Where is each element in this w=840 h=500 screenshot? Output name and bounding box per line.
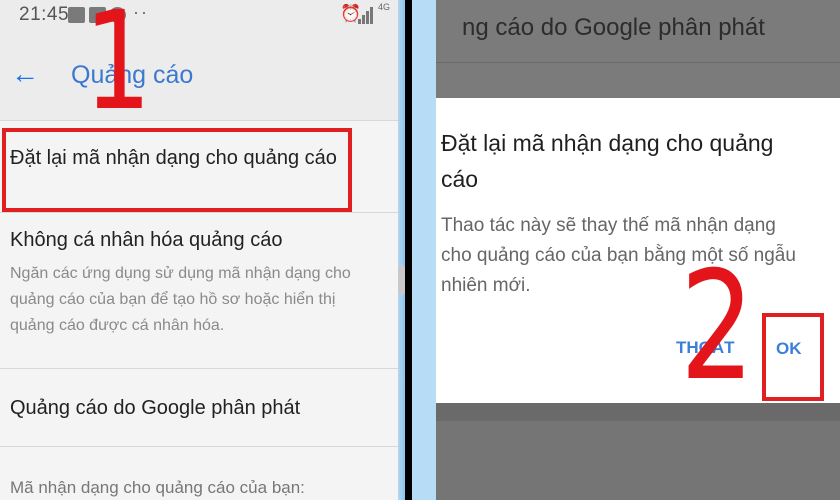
notification-icon <box>68 7 85 23</box>
divider <box>0 120 405 121</box>
status-time: 21:45 <box>19 4 70 25</box>
network-type: 4G <box>378 2 391 12</box>
dimmed-band <box>436 403 840 421</box>
dialog-screen: ng cáo do Google phân phát Đặt lại mã nh… <box>412 0 840 500</box>
dialog-title: Đặt lại mã nhận dạng cho quảng cáo <box>441 130 774 192</box>
divider <box>436 62 840 63</box>
back-arrow-icon[interactable]: ← <box>11 60 39 88</box>
panel-edge <box>398 0 405 500</box>
settings-screen: 21:45 ·· ⏰ 4G ← Quảng cáo Đặt lại mã nhậ… <box>0 0 405 500</box>
divider <box>0 446 405 447</box>
divider <box>0 368 405 369</box>
divider <box>0 212 405 213</box>
list-item-title: Không cá nhân hóa quảng cáo <box>10 229 283 251</box>
step-number-1: 1 <box>84 0 152 141</box>
highlight-box-step2 <box>762 313 824 401</box>
list-item-title: Quảng cáo do Google phân phát <box>10 397 301 419</box>
step-number-2: 2 <box>680 240 755 414</box>
background-header-text: ng cáo do Google phân phát <box>462 14 765 41</box>
ad-id-label: Mã nhận dạng cho quảng cáo của bạn: <box>10 478 305 497</box>
highlight-box-step1 <box>2 128 352 212</box>
status-bar: 21:45 ·· ⏰ 4G <box>0 0 405 30</box>
app-bar <box>0 30 405 120</box>
dimmed-background-top: ng cáo do Google phân phát <box>436 0 840 98</box>
list-item-description: Ngăn các ứng dụng sử dụng mã nhận dạng c… <box>10 265 351 334</box>
scrollbar-thumb[interactable] <box>398 265 405 295</box>
signal-icon <box>358 6 376 24</box>
